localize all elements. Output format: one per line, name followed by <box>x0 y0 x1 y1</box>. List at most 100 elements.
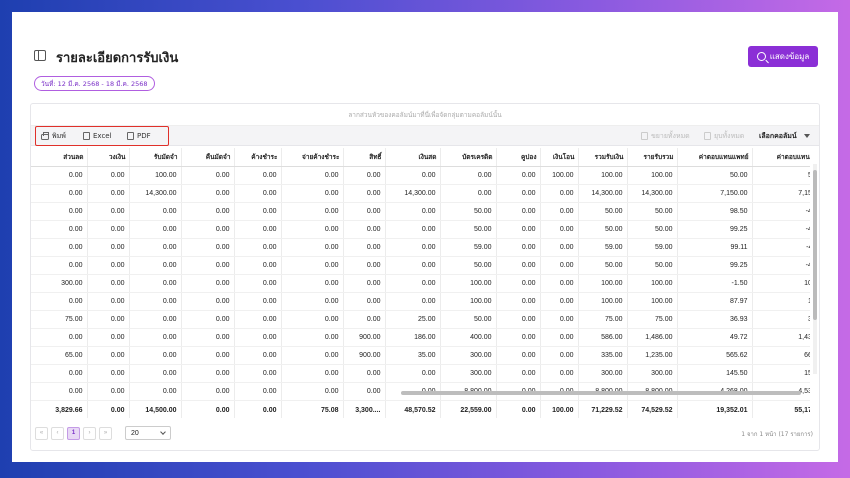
column-header[interactable]: จ่ายค้างชำระ <box>281 148 344 167</box>
table-row[interactable]: 0.00 0.00 14,300.00 0.00 0.00 0.00 0.00 14,300.… <box>31 184 810 203</box>
first-page-button[interactable]: « <box>35 426 48 440</box>
table-row[interactable]: 0.00 0.00 100.00 0.00 0.00 0.00 0.00 0.00 0.00 0.… <box>31 166 810 185</box>
table-cell: 0.00 <box>31 238 88 257</box>
table-cell: 300.00 <box>627 364 678 383</box>
table-row[interactable]: 0.00 0.00 0.00 0.00 0.00 0.00 0.00 0.00 100.00 0.… <box>31 292 810 311</box>
total-cell: 0.00 <box>181 399 235 418</box>
sidebar-panel-icon[interactable] <box>34 50 46 61</box>
table-cell: 0.00 <box>343 202 386 221</box>
table-cell: 0.00 <box>31 256 88 275</box>
table-cell: 0.00 <box>31 328 88 347</box>
caret-down-icon <box>803 134 810 138</box>
table-cell: 0.00 <box>496 238 541 257</box>
table-cell: 186.00 <box>385 328 441 347</box>
expand-all-button[interactable]: ขยายทั้งหมด <box>641 130 690 142</box>
column-header[interactable]: สิทธิ์ <box>343 148 386 167</box>
table-cell: 586.00 <box>578 328 628 347</box>
column-header[interactable]: เงินสด <box>385 148 441 167</box>
table-cell: 1,486.00 <box>627 328 678 347</box>
table-cell: 0.00 <box>181 382 235 401</box>
column-header[interactable]: ค่าตอบแทนแพทย์ <box>677 148 753 167</box>
column-chooser[interactable]: เลือกคอลัมน์ <box>759 130 810 142</box>
table-cell: 0.00 <box>87 364 130 383</box>
excel-file-icon <box>83 132 90 140</box>
totals-row: 3,829.66 0.00 14,500.00 0.00 0.00 75.08 3,300.… <box>31 399 810 418</box>
table-cell: 0.00 <box>540 346 579 365</box>
table-cell: 0.00 <box>540 364 579 383</box>
table-row[interactable]: 0.00 0.00 0.00 0.00 0.00 0.00 900.00 186.00 400.… <box>31 328 810 347</box>
table-cell: 0.00 <box>496 292 541 311</box>
page-number-button[interactable]: 1 <box>67 426 80 440</box>
table-row[interactable]: 65.00 0.00 0.00 0.00 0.00 0.00 900.00 35.00 300.… <box>31 346 810 365</box>
vertical-scroll-thumb[interactable] <box>813 170 817 320</box>
table-cell: 669.38 <box>752 346 810 365</box>
group-panel[interactable]: ลากส่วนหัวของคอลัมน์มาที่นี่เพื่อจัดกลุ่… <box>31 104 819 126</box>
show-data-label: แสดงข้อมูล <box>769 52 810 61</box>
table-row[interactable]: 300.00 0.00 0.00 0.00 0.00 0.00 0.00 0.00 100.00… <box>31 274 810 293</box>
column-header[interactable]: คืนมัดจำ <box>181 148 235 167</box>
table-cell: 300.00 <box>440 346 497 365</box>
table-cell: 87.97 <box>677 292 753 311</box>
table-cell: 0.00 <box>234 346 282 365</box>
date-range-badge[interactable]: วันที่: 12 มี.ค. 2568 - 18 มี.ค. 2568 <box>34 76 155 91</box>
table-cell: 50.00 <box>578 220 628 239</box>
column-header[interactable]: รับมัดจำ <box>129 148 182 167</box>
table-row[interactable]: 0.00 0.00 0.00 0.00 0.00 0.00 0.00 0.00 300.00 0.… <box>31 364 810 383</box>
collapse-all-button[interactable]: ยุบทั้งหมด <box>704 130 744 142</box>
column-header[interactable]: เงินโอน <box>540 148 579 167</box>
next-page-button[interactable]: › <box>83 426 96 440</box>
last-page-button[interactable]: » <box>99 426 112 440</box>
table-cell: 0.00 <box>281 238 344 257</box>
column-header[interactable]: ค่าตอบแทนคลินิก <box>752 148 810 167</box>
column-header[interactable]: รวมรับเงิน <box>578 148 628 167</box>
page-size-select[interactable]: 20 <box>125 426 171 440</box>
table-cell: 0.00 <box>181 364 235 383</box>
table-cell: -48.50 <box>752 202 810 221</box>
table-cell: 0.00 <box>343 364 386 383</box>
table-cell: 75.00 <box>31 310 88 329</box>
table-row[interactable]: 0.00 0.00 0.00 0.00 0.00 0.00 0.00 0.00 50.00 0.0… <box>31 220 810 239</box>
table-cell: 100.00 <box>540 166 579 185</box>
page-header: รายละเอียดการรับเงิน แสดงข้อมูล <box>34 37 818 77</box>
show-data-button[interactable]: แสดงข้อมูล <box>748 46 818 67</box>
table-cell: 0.00 <box>31 292 88 311</box>
column-header[interactable]: คูปอง <box>496 148 541 167</box>
table-cell: -40.11 <box>752 238 810 257</box>
column-header[interactable]: ค้างชำระ <box>234 148 282 167</box>
table-cell: 100.00 <box>578 274 628 293</box>
table-cell: 0.00 <box>281 184 344 203</box>
table-row[interactable]: 0.00 0.00 0.00 0.00 0.00 0.00 0.00 0.00 50.00 0.0… <box>31 256 810 275</box>
column-header[interactable]: วงเงิน <box>87 148 130 167</box>
table-cell: 0.00 <box>87 274 130 293</box>
total-cell: 14,500.00 <box>129 399 182 418</box>
column-header[interactable]: บัตรเครดิต <box>440 148 497 167</box>
app-frame: รายละเอียดการรับเงิน แสดงข้อมูล วันที่: … <box>12 12 838 462</box>
excel-button[interactable]: Excel <box>83 130 112 142</box>
table-cell: 100.00 <box>578 166 628 185</box>
table-cell: 0.00 <box>540 328 579 347</box>
table-cell: 0.00 <box>540 256 579 275</box>
table-cell: 65.00 <box>31 346 88 365</box>
table-cell: 14,300.00 <box>627 184 678 203</box>
table-cell: 99.25 <box>677 256 753 275</box>
table-cell: 0.00 <box>496 256 541 275</box>
table-row[interactable]: 75.00 0.00 0.00 0.00 0.00 0.00 0.00 25.00 50.00 0… <box>31 310 810 329</box>
table-cell: 0.00 <box>281 382 344 401</box>
prev-page-button[interactable]: ‹ <box>51 426 64 440</box>
pdf-button[interactable]: PDF <box>127 130 151 142</box>
horizontal-scroll-thumb[interactable] <box>401 391 801 395</box>
total-cell: 48,570.52 <box>385 399 441 418</box>
table-cell: 0.00 <box>385 220 441 239</box>
table-cell: 0.00 <box>496 202 541 221</box>
table-cell: 0.00 <box>343 310 386 329</box>
total-cell: 3,829.66 <box>31 399 88 418</box>
table-cell: 0.00 <box>281 310 344 329</box>
column-header[interactable]: ส่วนลด <box>31 148 88 167</box>
table-cell: 0.00 <box>343 166 386 185</box>
print-button[interactable]: พิมพ์ <box>41 130 66 142</box>
table-cell: 0.00 <box>540 220 579 239</box>
table-row[interactable]: 0.00 0.00 0.00 0.00 0.00 0.00 0.00 0.00 59.00 0.0… <box>31 238 810 257</box>
vertical-scrollbar[interactable] <box>813 164 817 374</box>
column-header[interactable]: รายรับรวม <box>627 148 678 167</box>
table-row[interactable]: 0.00 0.00 0.00 0.00 0.00 0.00 0.00 0.00 50.00 0.0… <box>31 202 810 221</box>
